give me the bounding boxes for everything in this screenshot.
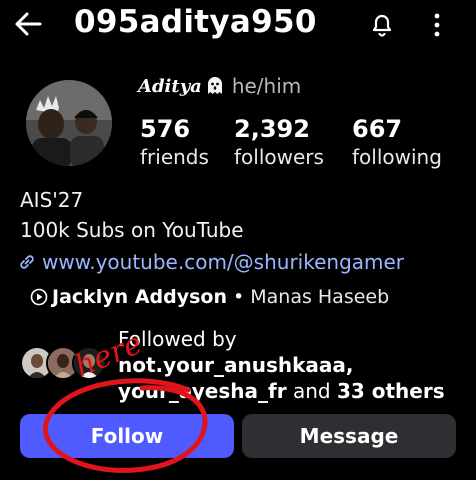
followed-by-and: and	[292, 379, 331, 403]
stat-label: following	[352, 145, 442, 169]
pronouns: he/him	[231, 74, 302, 98]
link-text: www.youtube.com/@shurikengamer	[42, 250, 405, 274]
stat-followers[interactable]: 2,392 followers	[234, 114, 324, 170]
profile-music[interactable]: Jacklyn Addyson • Manas Haseeb	[30, 286, 389, 308]
stat-value: 2,392	[234, 115, 310, 143]
stat-value: 667	[352, 115, 403, 143]
display-name: Aditya	[138, 75, 202, 97]
bell-icon[interactable]	[368, 10, 396, 38]
link-icon	[20, 255, 34, 269]
music-artist: Jacklyn Addyson	[52, 286, 228, 308]
stat-friends[interactable]: 576 friends	[140, 114, 209, 170]
message-button[interactable]: Message	[242, 414, 456, 458]
mutual-user[interactable]: not.your_anushkaaa,	[118, 353, 354, 377]
play-circle-icon	[30, 288, 48, 306]
profile-link[interactable]: www.youtube.com/@shurikengamer	[18, 250, 404, 274]
music-artist-secondary: Manas Haseeb	[250, 286, 390, 308]
ghost-emoji-icon	[207, 77, 222, 94]
bio-line: 100k Subs on YouTube	[20, 218, 244, 242]
annotation-circle	[43, 378, 208, 473]
more-vertical-icon[interactable]	[428, 10, 446, 40]
avatar-photo	[26, 80, 112, 166]
profile-username: 095aditya950	[74, 4, 317, 40]
bio-line: AIS'27	[20, 188, 84, 212]
followed-by-intro: Followed by	[118, 327, 237, 351]
profile-avatar[interactable]	[26, 80, 112, 166]
stat-value: 576	[140, 115, 191, 143]
stat-label: followers	[234, 145, 324, 169]
back-arrow-icon[interactable]	[12, 8, 44, 40]
stat-following[interactable]: 667 following	[352, 114, 442, 170]
music-separator: •	[233, 286, 245, 308]
mutual-others-count[interactable]: 33 others	[337, 379, 445, 403]
stat-label: friends	[140, 145, 209, 169]
